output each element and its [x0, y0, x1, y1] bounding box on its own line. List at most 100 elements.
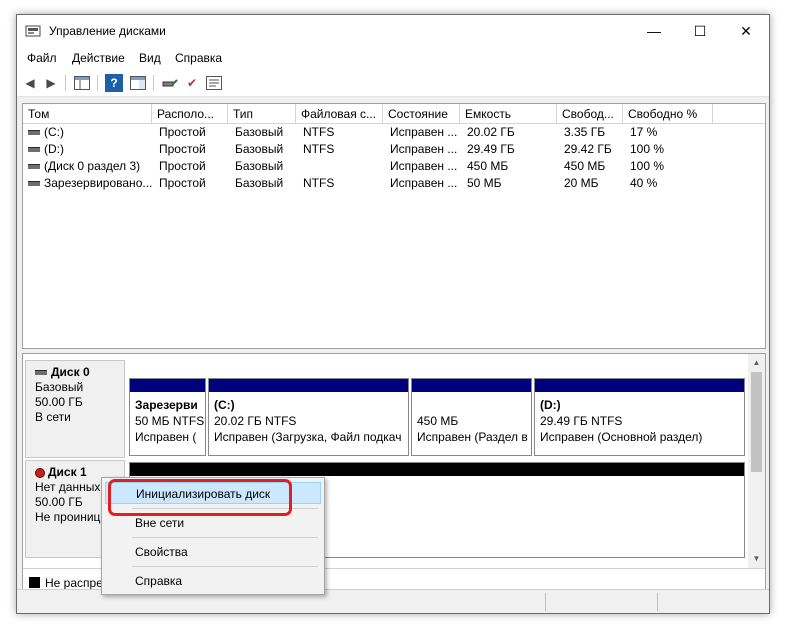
menu-action[interactable]: Действие — [72, 51, 125, 65]
toolbar: ◀ ▶ ? ✔ — [17, 69, 769, 97]
help-icon[interactable]: ? — [105, 74, 123, 92]
volume-capacity: 29.49 ГБ — [467, 142, 515, 156]
volume-status: Исправен ... — [390, 176, 458, 190]
partition-status: Исправен (Раздел в — [417, 430, 528, 444]
volume-list: Том Располо... Тип Файловая с... Состоян… — [22, 103, 766, 349]
vertical-scrollbar[interactable]: ▲ ▼ — [748, 354, 765, 568]
partition-size: 29.49 ГБ NTFS — [540, 414, 623, 428]
console-tree-icon[interactable] — [73, 74, 91, 92]
volume-filesystem: NTFS — [303, 142, 335, 156]
volume-type: Базовый — [235, 176, 284, 190]
volume-filesystem: NTFS — [303, 125, 335, 139]
table-row[interactable]: (D:) Простой Базовый NTFS Исправен ... 2… — [23, 142, 765, 159]
legend-unallocated-swatch — [29, 577, 40, 588]
column-header-free[interactable]: Свобод... — [557, 104, 623, 124]
status-divider — [545, 593, 546, 611]
drive-icon — [28, 147, 40, 153]
drive-icon — [28, 181, 40, 187]
disk-management-app-icon — [25, 24, 41, 38]
column-header-empty — [713, 104, 765, 124]
menu-item-properties[interactable]: Свойства — [105, 541, 321, 563]
column-header-type[interactable]: Тип — [228, 104, 296, 124]
unallocated-header — [130, 463, 744, 476]
volume-status: Исправен ... — [390, 142, 458, 156]
maximize-button[interactable]: ☐ — [677, 15, 723, 47]
volume-name: (D:) — [44, 142, 64, 156]
connect-disk-icon[interactable] — [161, 74, 179, 92]
column-header-volume[interactable]: Том — [23, 104, 152, 124]
volume-layout: Простой — [159, 176, 206, 190]
partition-title — [417, 397, 527, 413]
volume-free-percent: 40 % — [630, 176, 658, 190]
scroll-down-icon[interactable]: ▼ — [748, 550, 765, 567]
toolbar-separator — [65, 75, 66, 91]
partition-reserved[interactable]: Зарезерви 50 МБ NTFS Исправен ( — [129, 378, 206, 456]
partition-header — [412, 379, 531, 392]
forward-arrow-icon[interactable]: ▶ — [42, 74, 60, 92]
disk-0-label[interactable]: Диск 0 Базовый 50.00 ГБ В сети — [25, 360, 125, 458]
menu-view[interactable]: Вид — [139, 51, 161, 65]
disk-error-icon — [35, 467, 45, 478]
volume-name: (Диск 0 раздел 3) — [44, 159, 141, 173]
volume-layout: Простой — [159, 142, 206, 156]
volume-name: Зарезервировано... — [44, 176, 152, 190]
volume-free-percent: 17 % — [630, 125, 658, 139]
partition-size: 50 МБ NTFS — [135, 414, 205, 428]
table-row[interactable]: (Диск 0 раздел 3) Простой Базовый Исправ… — [23, 159, 765, 176]
disk-0-state: В сети — [35, 410, 71, 424]
column-header-free-percent[interactable]: Свободно % — [623, 104, 713, 124]
back-arrow-icon[interactable]: ◀ — [21, 74, 39, 92]
partition-status: Исправен (Загрузка, Файл подкач — [214, 430, 402, 444]
partition-header — [535, 379, 744, 392]
partition-header — [130, 379, 205, 392]
partition-header — [209, 379, 408, 392]
check-icon[interactable]: ✔ — [183, 74, 201, 92]
table-row[interactable]: (C:) Простой Базовый NTFS Исправен ... 2… — [23, 125, 765, 142]
scroll-thumb[interactable] — [751, 372, 762, 472]
column-header-status[interactable]: Состояние — [383, 104, 460, 124]
volume-type: Базовый — [235, 142, 284, 156]
show-pane-icon[interactable] — [129, 74, 147, 92]
partition-size: 450 МБ — [417, 414, 459, 428]
properties-icon[interactable] — [205, 74, 223, 92]
partition-d[interactable]: (D:) 29.49 ГБ NTFS Исправен (Основной ра… — [534, 378, 745, 456]
volume-free-percent: 100 % — [630, 142, 665, 156]
table-row[interactable]: Зарезервировано... Простой Базовый NTFS … — [23, 176, 765, 193]
disk-0-type: Базовый — [35, 380, 84, 394]
drive-icon — [28, 164, 40, 170]
column-header-filesystem[interactable]: Файловая с... — [296, 104, 383, 124]
volume-type: Базовый — [235, 159, 284, 173]
volume-capacity: 20.02 ГБ — [467, 125, 515, 139]
minimize-button[interactable]: — — [631, 15, 677, 47]
volume-name: (C:) — [44, 125, 64, 139]
menu-separator — [132, 537, 318, 538]
window-title: Управление дисками — [49, 24, 166, 38]
partition-status: Исправен ( — [135, 430, 197, 444]
disk-0-size: 50.00 ГБ — [35, 395, 83, 409]
partition-c[interactable]: (C:) 20.02 ГБ NTFS Исправен (Загрузка, Ф… — [208, 378, 409, 456]
partition-title: (D:) — [540, 398, 561, 412]
partition-title: Зарезерви — [135, 398, 198, 412]
partition-3[interactable]: 450 МБ Исправен (Раздел в — [411, 378, 532, 456]
menu-separator — [132, 566, 318, 567]
toolbar-separator — [153, 75, 154, 91]
volume-free: 450 МБ — [564, 159, 606, 173]
disk-0-name: Диск 0 — [51, 365, 90, 379]
volume-layout: Простой — [159, 125, 206, 139]
menu-file[interactable]: Файл — [27, 51, 57, 65]
menu-help[interactable]: Справка — [175, 51, 222, 65]
menu-bar: Файл Действие Вид Справка — [17, 47, 769, 69]
volume-free: 3.35 ГБ — [564, 125, 606, 139]
disk-1-name: Диск 1 — [48, 465, 87, 479]
column-header-capacity[interactable]: Емкость — [460, 104, 557, 124]
status-divider — [657, 593, 658, 611]
drive-icon — [28, 130, 40, 136]
partition-status: Исправен (Основной раздел) — [540, 430, 703, 444]
scroll-up-icon[interactable]: ▲ — [748, 354, 765, 371]
column-header-layout[interactable]: Располо... — [152, 104, 228, 124]
menu-item-help[interactable]: Справка — [105, 570, 321, 592]
annotation-highlight-ring — [108, 479, 292, 516]
close-button[interactable]: ✕ — [723, 15, 769, 47]
volume-type: Базовый — [235, 125, 284, 139]
partition-title: (C:) — [214, 398, 235, 412]
